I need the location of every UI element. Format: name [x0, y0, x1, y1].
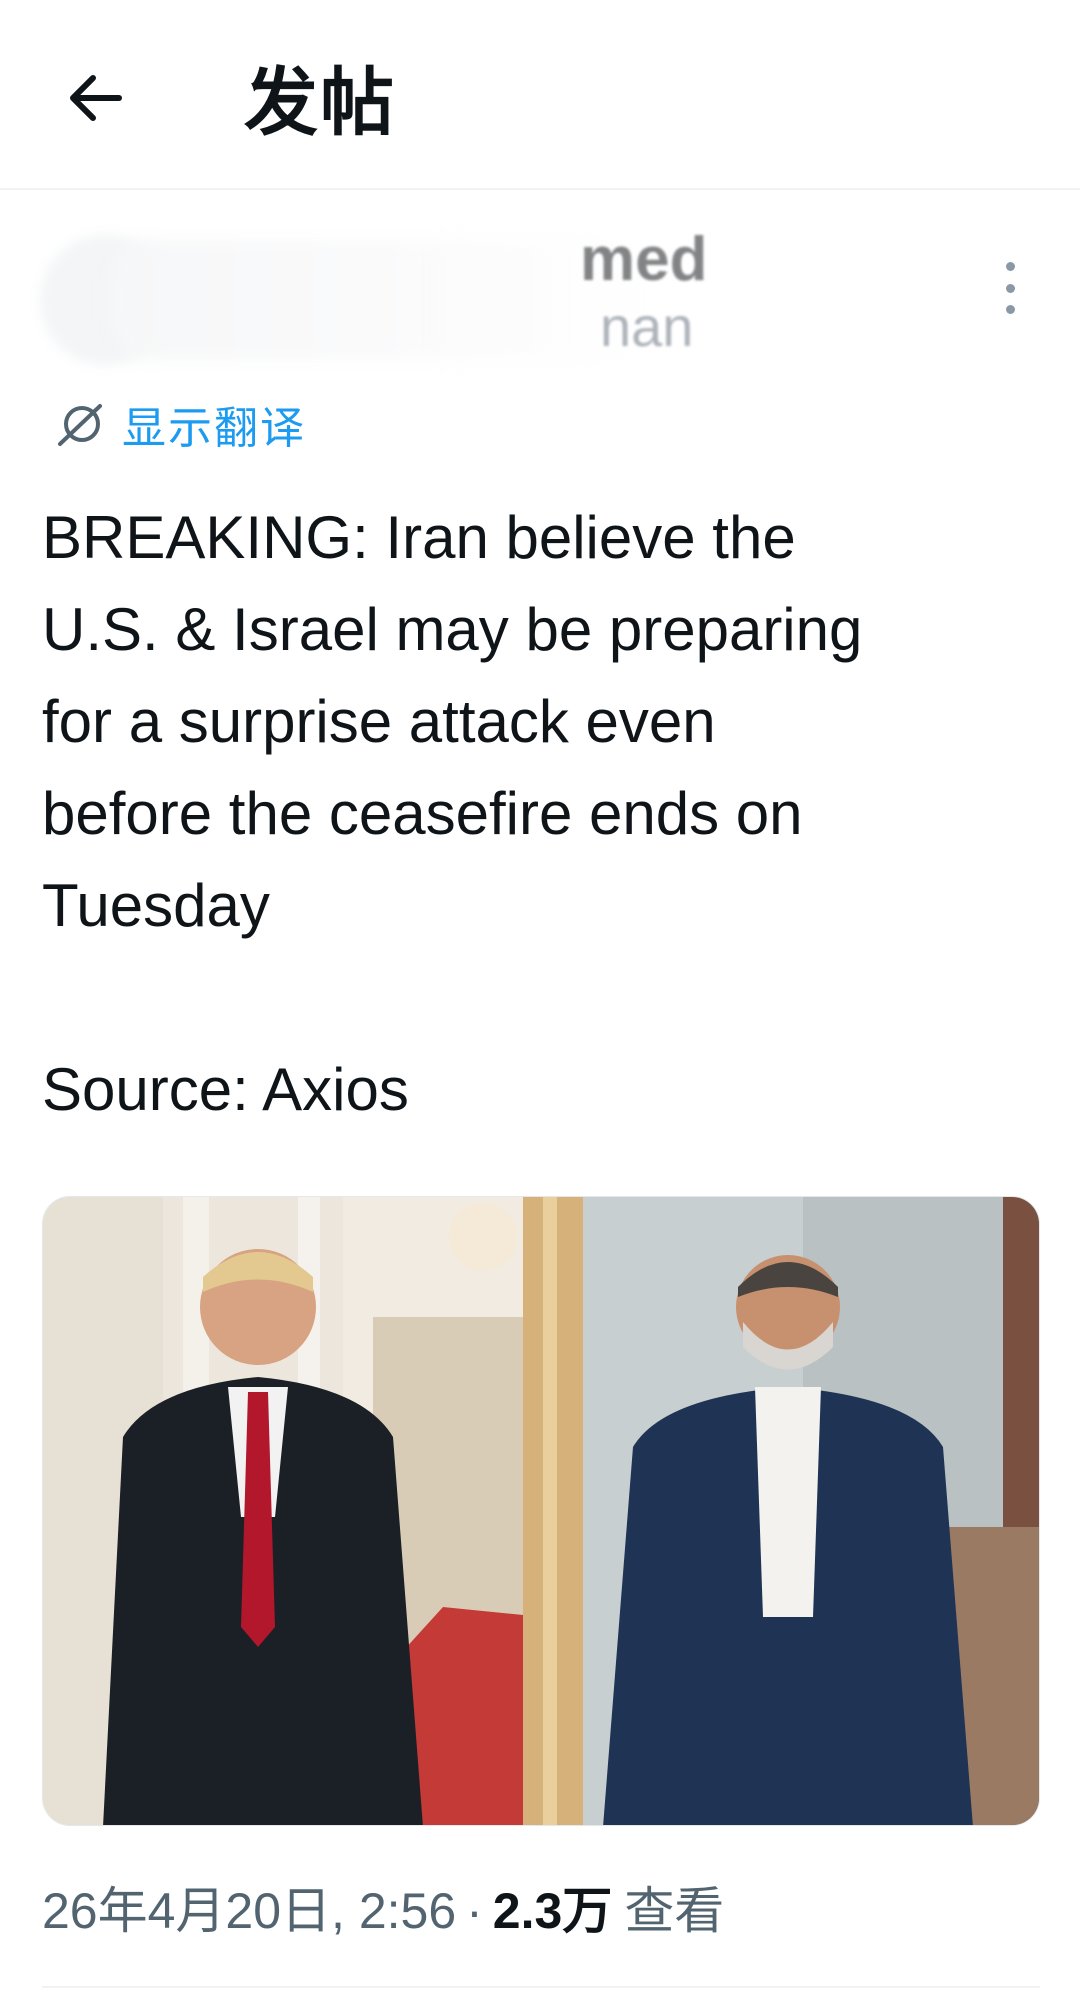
- tweet-meta: 26年4月20日, 2:56 · 2.3万 查看: [42, 1876, 724, 1946]
- author-redaction: [110, 240, 650, 360]
- author-handle[interactable]: nan: [600, 295, 693, 359]
- page-title: 发帖: [244, 61, 396, 144]
- arrow-left-icon: [70, 75, 122, 121]
- tweet-datetime[interactable]: 26年4月20日, 2:56: [42, 1883, 456, 1939]
- views-count: 2.3万: [492, 1883, 613, 1939]
- tweet-source: Source: Axios: [42, 1056, 409, 1123]
- meta-separator: ·: [466, 1883, 483, 1939]
- more-vertical-icon: [1005, 262, 1015, 271]
- more-options-button[interactable]: [990, 262, 1030, 314]
- globe-slash-icon: [58, 404, 102, 446]
- divider: [42, 1986, 1040, 1988]
- tweet-text: BREAKING: Iran believe the U.S. & Israel…: [42, 504, 863, 939]
- author-name[interactable]: med: [580, 225, 707, 295]
- photo-icon: [43, 1197, 1039, 1825]
- show-translation-label: 显示翻译: [122, 404, 306, 453]
- author-row[interactable]: med nan: [40, 225, 1040, 375]
- more-vertical-dot: [1005, 283, 1015, 293]
- more-vertical-dot: [1005, 305, 1015, 314]
- show-translation-link[interactable]: 显示翻译: [54, 394, 306, 454]
- tweet-image[interactable]: [42, 1196, 1040, 1826]
- back-button[interactable]: [62, 68, 128, 128]
- views-label: 查看: [624, 1883, 725, 1939]
- top-bar: 发帖: [0, 0, 1080, 190]
